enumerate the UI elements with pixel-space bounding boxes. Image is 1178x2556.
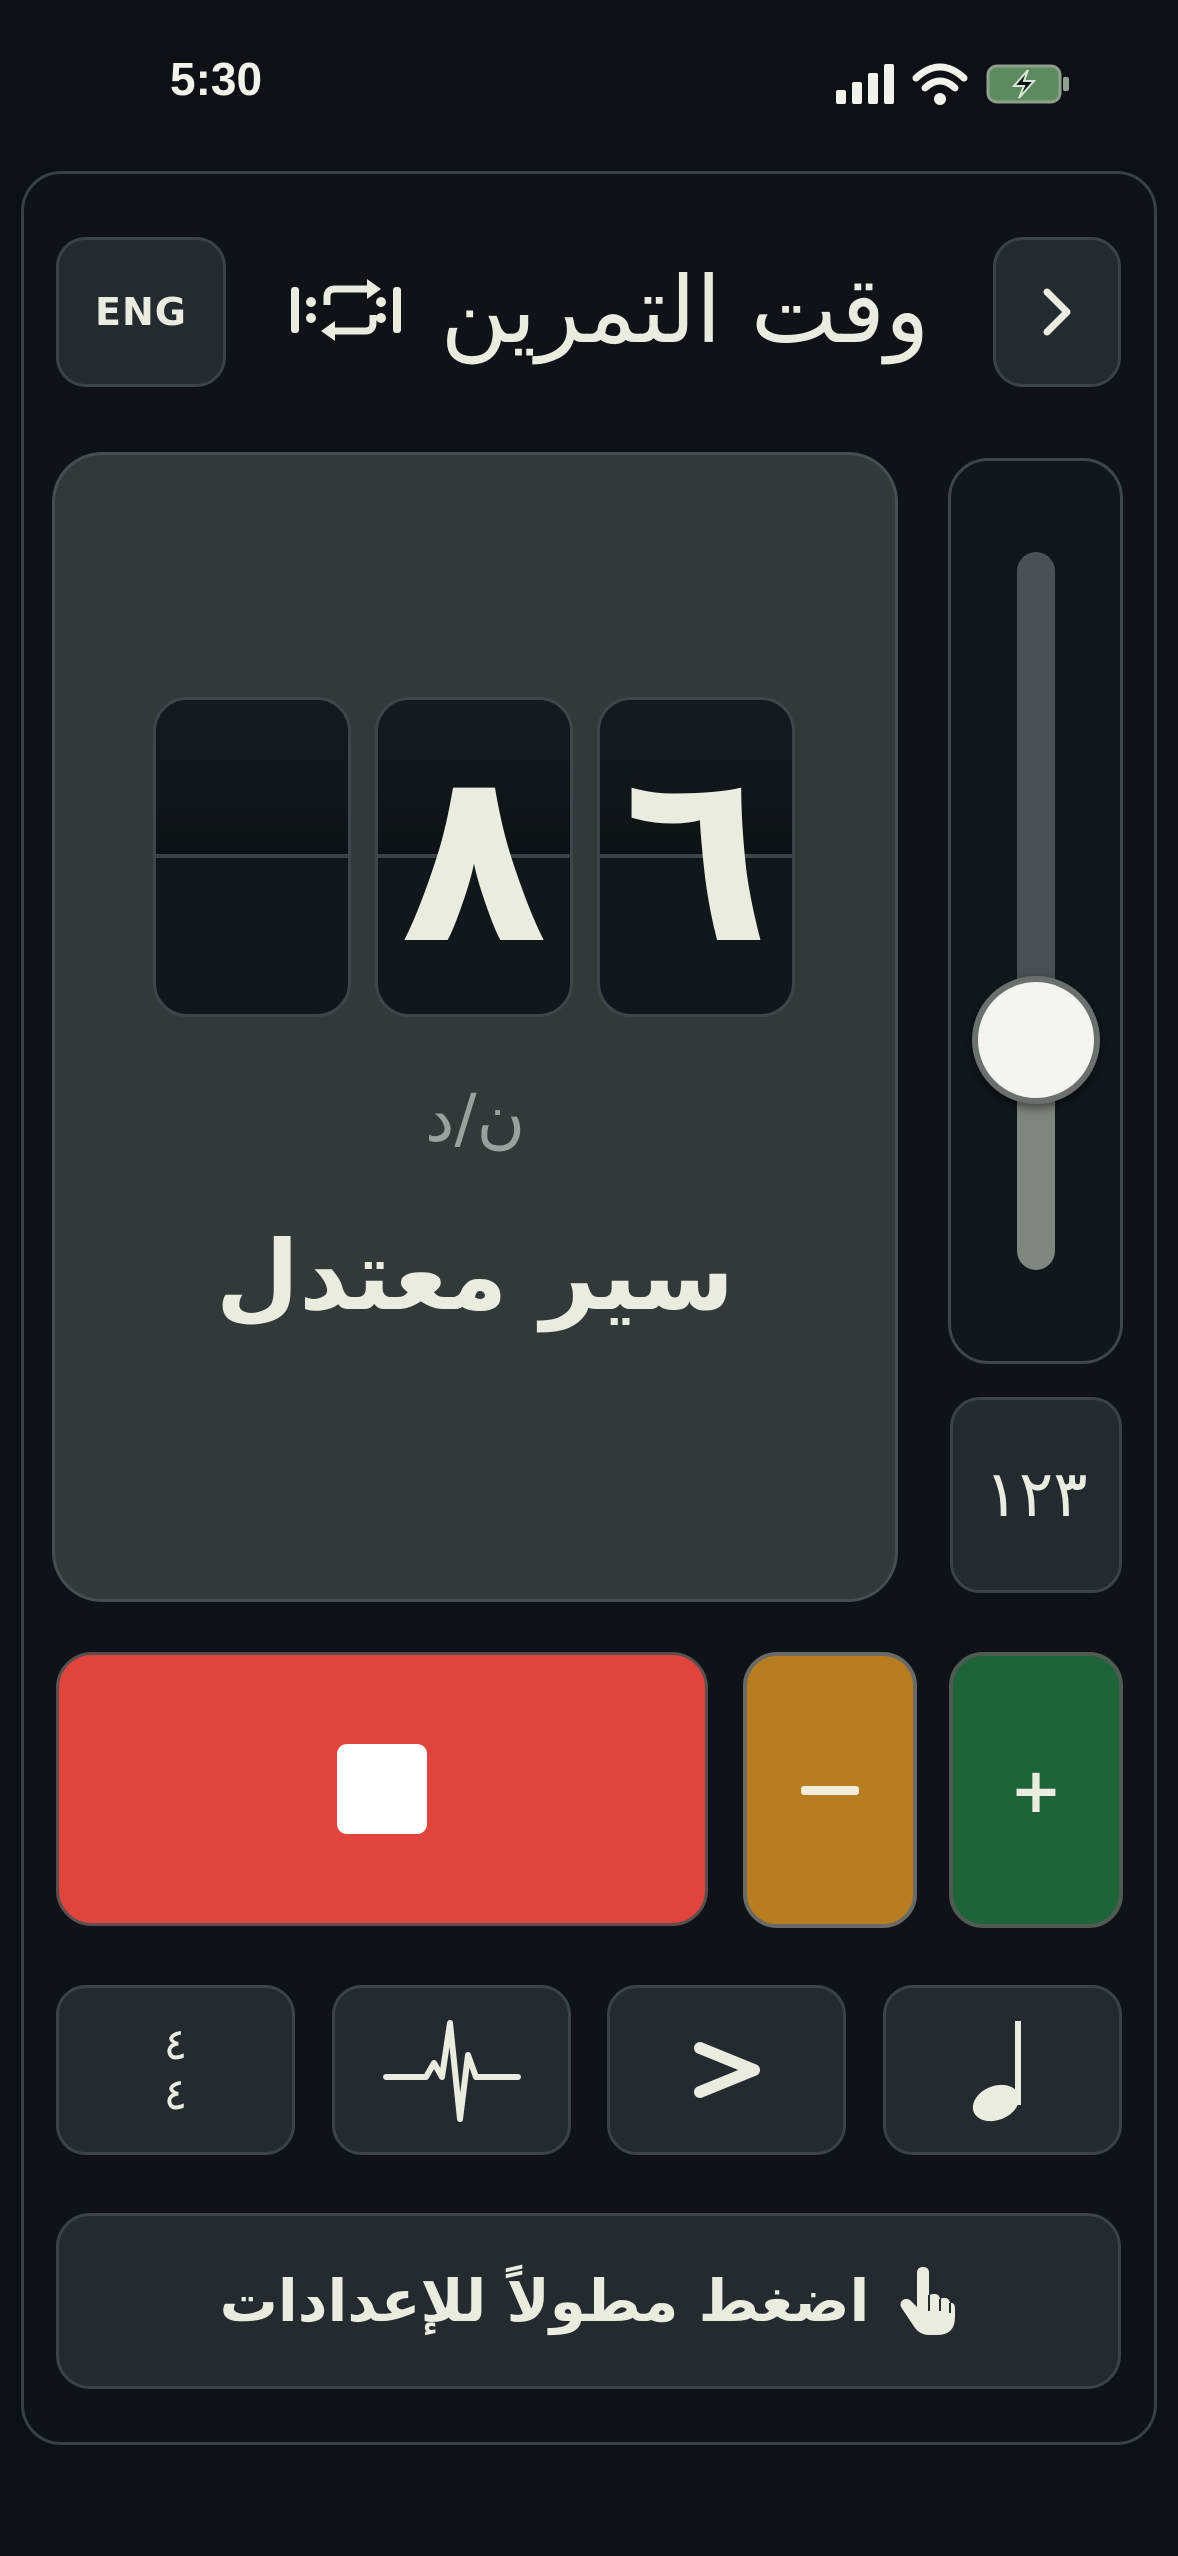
heartbeat-icon [382,2020,521,2122]
time-signature-button[interactable]: ٤ ٤ [56,1985,295,2155]
plus-label: + [1010,1753,1062,1827]
note-value-button[interactable] [883,1985,1122,2155]
slider-track[interactable] [1017,552,1055,1041]
long-press-hint[interactable]: اضغط مطولاً للإعدادات [56,2213,1121,2389]
tempo-digit-ones: ٦ [597,697,795,1017]
half-note-icon [972,2021,1021,2122]
cellular-signal-icon [836,64,894,104]
sound-pulse-button[interactable] [332,1985,571,2155]
stop-icon [337,1744,427,1834]
wifi-icon [912,63,968,105]
increase-tempo-button[interactable]: + [949,1652,1123,1928]
time-signature: ٤ ٤ [164,2020,188,2120]
time-signature-top: ٤ [163,2019,188,2070]
accent-icon [693,2042,760,2098]
minus-icon [801,1785,859,1795]
battery-charging-icon [986,64,1069,104]
tempo-digit-hundreds [153,697,351,1017]
decrease-tempo-button[interactable] [743,1652,917,1928]
slider-thumb[interactable] [972,976,1100,1105]
language-toggle-button[interactable]: ENG [56,237,226,387]
stop-button[interactable] [56,1652,708,1926]
time-signature-bottom: ٤ [163,2069,188,2120]
page-title: وقت التمرين [440,256,930,364]
accent-button[interactable] [607,1985,846,2155]
repeat-loop-icon [290,279,401,341]
page-title-group: وقت التمرين [250,230,970,390]
status-time: 5:30 [170,53,263,105]
tap-hand-icon [900,2267,956,2335]
next-button[interactable] [993,237,1121,387]
tempo-unit: ن/د [424,1080,526,1157]
language-label: ENG [95,290,187,334]
tempo-marking: سير معتدل [215,1220,735,1332]
hint-text: اضغط مطولاً للإعدادات [219,2267,870,2335]
numeric-input-button[interactable]: ١٢٣ [950,1397,1122,1593]
tempo-panel [52,452,898,1602]
chevron-right-icon [1043,288,1071,336]
numeric-input-label: ١٢٣ [984,1458,1088,1532]
tempo-digit-tens: ٨ [375,697,573,1017]
